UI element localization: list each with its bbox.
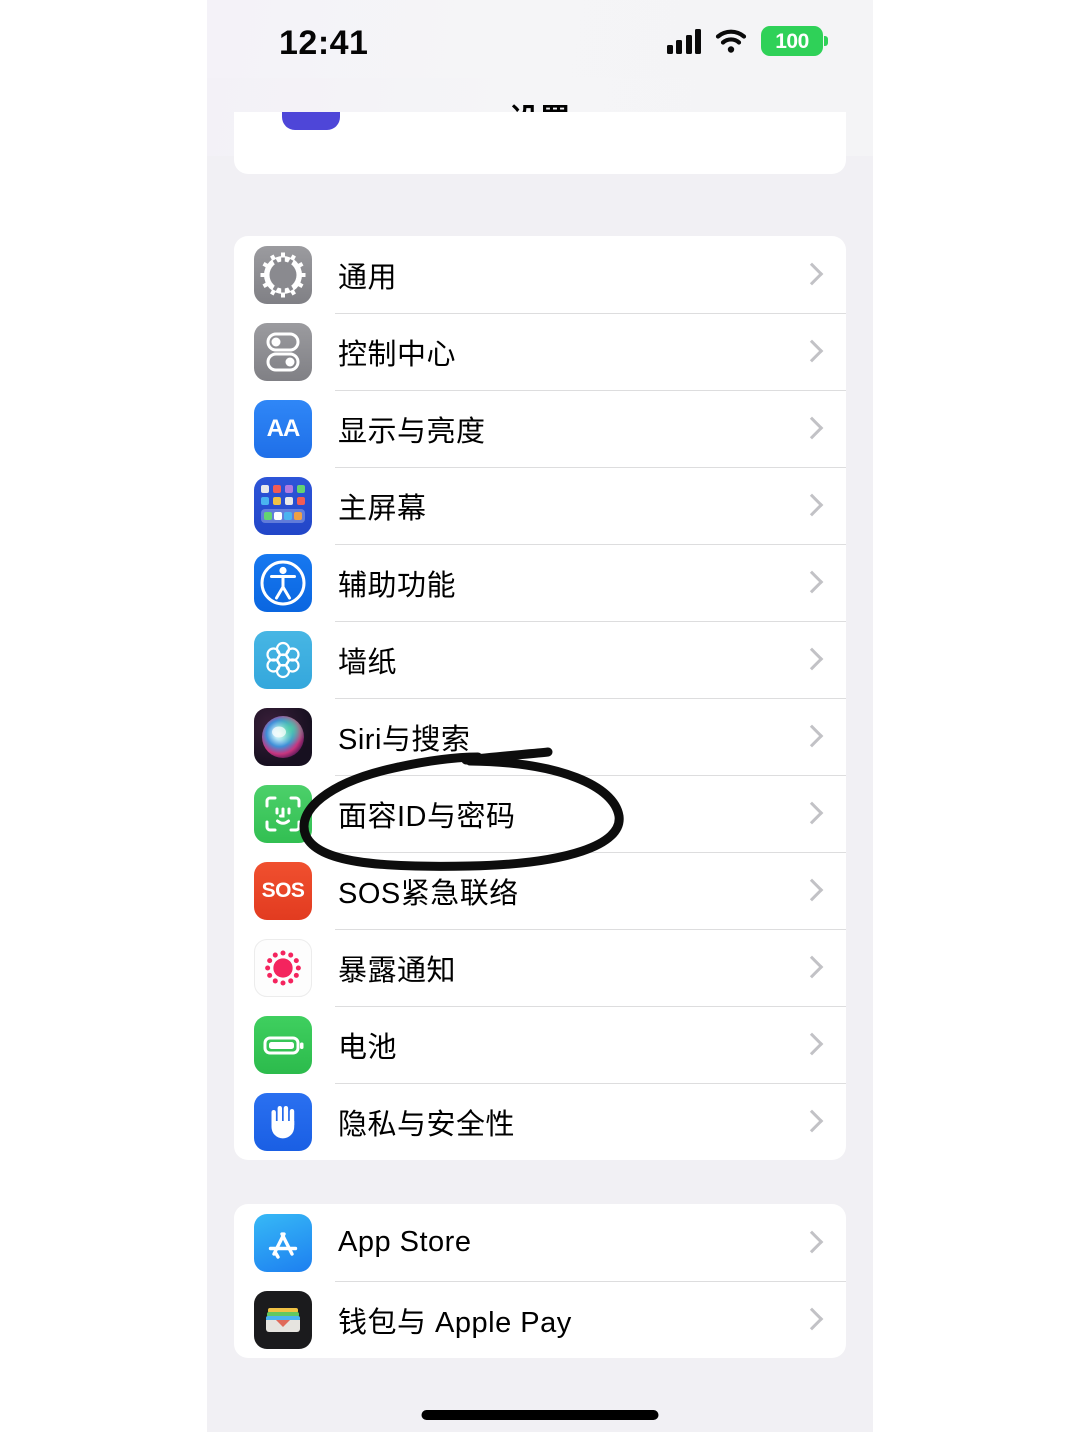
face-id-icon [254,784,312,843]
status-bar-indicators: 100 [666,26,828,56]
chevron-right-icon [803,570,818,596]
phone-screen: 12:41 100 设置 [207,0,873,1432]
sos-glyph: SOS [261,878,305,902]
settings-row-accessibility[interactable]: 辅助功能 [234,544,846,621]
settings-row-label: 显示与亮度 [338,415,486,448]
home-screen-icon [254,476,312,535]
focus-icon [282,112,340,130]
settings-row-label: 控制中心 [338,338,457,371]
accessibility-icon [254,553,312,612]
settings-row-battery[interactable]: 电池 [234,1006,846,1083]
battery-percent-label: 100 [775,29,809,53]
settings-row-label: App Store [338,1226,472,1258]
settings-row-wallet-apple-pay[interactable]: 钱包与 Apple Pay [234,1281,846,1358]
siri-icon [254,707,312,766]
settings-row-face-id-passcode[interactable]: 面容ID与密码 [234,775,846,852]
chevron-right-icon [803,1230,818,1256]
control-center-icon [254,322,312,381]
chevron-right-icon [803,262,818,288]
settings-row-general[interactable]: 通用 [234,236,846,313]
settings-row-label: 面容ID与密码 [338,800,516,833]
settings-scroll-view[interactable]: 通用 控制中心 AA 显示与亮度 主屏幕 辅助功能 墙纸 Siri与搜索 面容I… [207,112,873,1432]
settings-row-wallpaper[interactable]: 墙纸 [234,621,846,698]
settings-row-exposure-notifications[interactable]: 暴露通知 [234,929,846,1006]
wifi-icon [715,29,747,54]
chevron-right-icon [803,1307,818,1333]
chevron-right-icon [803,647,818,673]
chevron-right-icon [803,955,818,981]
settings-row-label: 通用 [338,261,398,294]
settings-row-label: Siri与搜索 [338,723,471,756]
settings-row-privacy-security[interactable]: 隐私与安全性 [234,1083,846,1160]
chevron-right-icon [803,416,818,442]
screenshot-canvas: 12:41 100 设置 [0,0,1080,1440]
chevron-right-icon [803,1109,818,1135]
settings-row-label: 辅助功能 [338,569,457,602]
settings-group-previous-clipped [234,112,846,174]
cellular-bars-icon [666,28,701,54]
settings-row-display-brightness[interactable]: AA 显示与亮度 [234,390,846,467]
home-indicator [421,1410,659,1420]
gear-icon [254,245,312,304]
settings-row-label: 隐私与安全性 [338,1108,516,1141]
chevron-right-icon [803,339,818,365]
wallet-icon [254,1290,312,1349]
settings-row-app-store[interactable]: App Store [234,1204,846,1281]
exposure-notification-icon [254,938,312,997]
settings-row-label: 暴露通知 [338,954,457,987]
wallpaper-icon [254,630,312,689]
chevron-right-icon [803,493,818,519]
settings-row-control-center[interactable]: 控制中心 [234,313,846,390]
display-brightness-icon: AA [254,399,312,458]
chevron-right-icon [803,801,818,827]
settings-row-label: 电池 [338,1031,398,1064]
settings-group-store: App Store 钱包与 Apple Pay [234,1204,846,1358]
sos-icon: SOS [254,861,312,920]
settings-row-label: SOS紧急联络 [338,877,519,910]
app-store-icon [254,1213,312,1272]
settings-row-home-screen[interactable]: 主屏幕 [234,467,846,544]
settings-row-siri-search[interactable]: Siri与搜索 [234,698,846,775]
settings-row-label: 主屏幕 [338,492,427,525]
aa-glyph: AA [266,414,301,442]
privacy-hand-icon [254,1092,312,1151]
battery-icon [254,1015,312,1074]
chevron-right-icon [803,878,818,904]
status-bar: 12:41 100 [207,0,873,78]
battery-status-icon: 100 [761,26,828,56]
settings-row-label: 钱包与 Apple Pay [338,1306,572,1339]
chevron-right-icon [803,724,818,750]
status-bar-clock: 12:41 [279,24,369,62]
settings-row-label: 墙纸 [338,646,398,679]
settings-row-emergency-sos[interactable]: SOS SOS紧急联络 [234,852,846,929]
chevron-right-icon [803,1032,818,1058]
settings-group-system: 通用 控制中心 AA 显示与亮度 主屏幕 辅助功能 墙纸 Siri与搜索 面容I… [234,236,846,1160]
